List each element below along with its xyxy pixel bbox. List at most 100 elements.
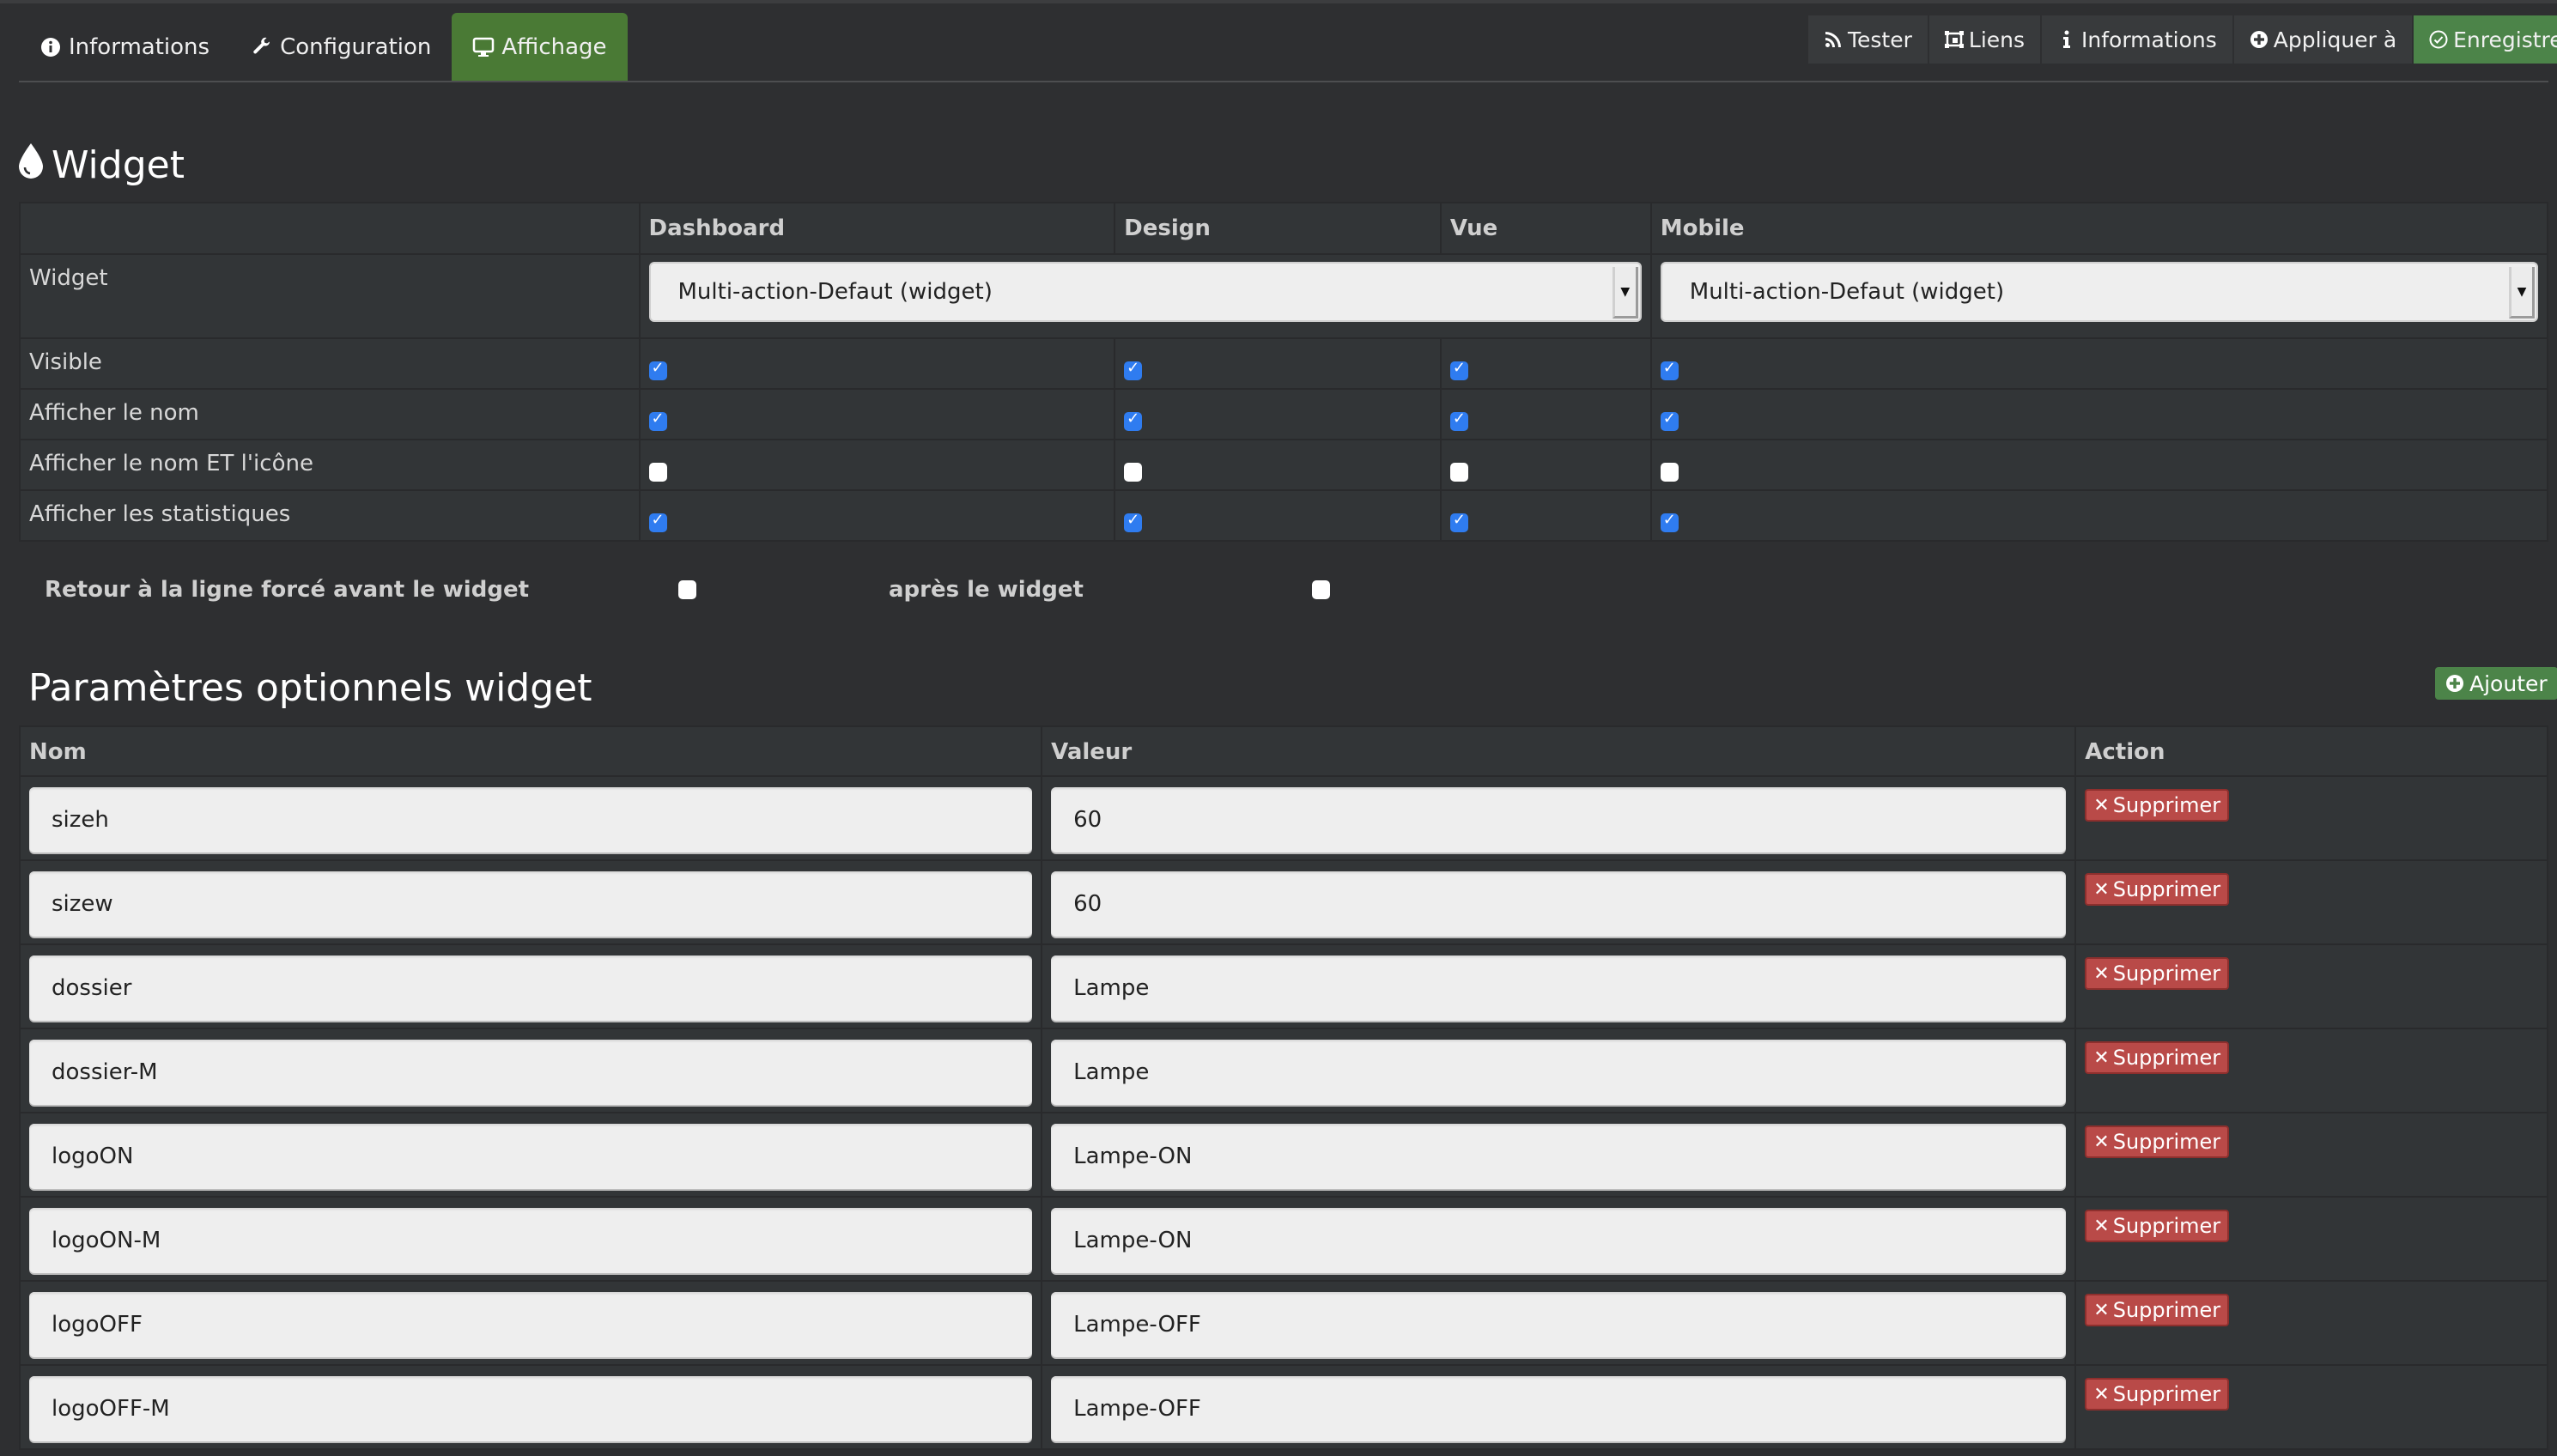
param-action-cell: ✕ Supprimer — [2074, 1364, 2548, 1450]
design-checkbox[interactable] — [1124, 359, 1143, 380]
tab-informations[interactable]: Informations — [19, 13, 230, 82]
caret-down-icon: ▼ — [1612, 267, 1638, 318]
close-icon: ✕ — [2093, 1215, 2110, 1237]
row-label: Afficher le nom — [19, 388, 641, 440]
add-param-label: Ajouter — [2469, 670, 2548, 696]
informations-button[interactable]: Informations — [2042, 15, 2232, 64]
param-value-input[interactable] — [1051, 787, 2067, 852]
param-name-input[interactable] — [29, 1208, 1033, 1273]
vue-checkbox[interactable] — [1449, 359, 1468, 380]
param-name-input[interactable] — [29, 1124, 1033, 1189]
param-value-input[interactable] — [1051, 956, 2067, 1021]
cell-vue — [1439, 489, 1652, 542]
delete-label: Supprimer — [2112, 793, 2221, 817]
param-value-input[interactable] — [1051, 1208, 2067, 1273]
delete-param-button[interactable]: ✕ Supprimer — [2085, 1294, 2230, 1326]
delete-label: Supprimer — [2112, 1130, 2221, 1154]
cell-design — [1114, 489, 1442, 542]
widget-option-row: Afficher le nom ET l'icône — [19, 439, 2549, 491]
widget-table-header: Dashboard Design Vue Mobile — [19, 202, 2549, 255]
tab-label: Affichage — [501, 34, 607, 60]
design-checkbox[interactable] — [1124, 410, 1143, 431]
delete-param-button[interactable]: ✕ Supprimer — [2085, 1378, 2230, 1410]
design-checkbox[interactable] — [1124, 463, 1143, 482]
tab-label: Informations — [69, 34, 210, 60]
param-action-cell: ✕ Supprimer — [2074, 775, 2548, 861]
param-name-input[interactable] — [29, 871, 1033, 937]
mobile-checkbox[interactable] — [1660, 359, 1679, 380]
param-value-input[interactable] — [1051, 1040, 2067, 1105]
tab-configuration[interactable]: Configuration — [230, 13, 452, 82]
vue-checkbox[interactable] — [1449, 511, 1468, 532]
param-action-cell: ✕ Supprimer — [2074, 859, 2548, 945]
links-icon — [1944, 30, 1964, 49]
vue-checkbox[interactable] — [1449, 410, 1468, 431]
param-name-input[interactable] — [29, 1292, 1033, 1357]
rss-icon — [1824, 30, 1843, 49]
param-name-cell — [18, 859, 1043, 945]
close-icon: ✕ — [2093, 962, 2110, 985]
delete-param-button[interactable]: ✕ Supprimer — [2085, 1125, 2230, 1158]
param-value-input[interactable] — [1051, 1292, 2067, 1357]
line-break-after-checkbox[interactable] — [1312, 580, 1330, 599]
param-action-cell: ✕ Supprimer — [2074, 943, 2548, 1029]
delete-label: Supprimer — [2112, 1298, 2221, 1322]
param-name-input[interactable] — [29, 956, 1033, 1021]
top-border — [0, 0, 2557, 3]
param-value-input[interactable] — [1051, 871, 2067, 937]
column-header-mobile: Mobile — [1649, 202, 2549, 255]
column-header-design: Design — [1114, 202, 1442, 255]
mobile-checkbox[interactable] — [1660, 511, 1679, 532]
param-value-input[interactable] — [1051, 1376, 2067, 1441]
delete-param-button[interactable]: ✕ Supprimer — [2085, 789, 2230, 822]
param-row: ✕Supprimer — [18, 859, 2548, 945]
liens-button[interactable]: Liens — [1928, 15, 2041, 64]
param-name-input[interactable] — [29, 1376, 1033, 1441]
row-label: Afficher le nom ET l'icône — [19, 439, 641, 491]
tab-affichage[interactable]: Affichage — [452, 13, 628, 82]
dashboard-widget-select[interactable]: Multi-action-Defaut (widget) ▼ — [648, 262, 1642, 322]
tab-label: Configuration — [280, 34, 432, 60]
param-action-cell: ✕ Supprimer — [2074, 1280, 2548, 1366]
param-value-cell — [1041, 1028, 2077, 1113]
close-icon: ✕ — [2093, 1131, 2110, 1153]
add-param-button[interactable]: Ajouter — [2435, 667, 2557, 700]
tester-button[interactable]: Tester — [1808, 15, 1928, 64]
param-name-cell — [18, 1112, 1043, 1198]
cell-design — [1114, 388, 1442, 440]
cell-mobile — [1649, 439, 2549, 491]
param-action-cell: ✕ Supprimer — [2074, 1112, 2548, 1198]
line-break-before-label: Retour à la ligne forcé avant le widget — [45, 577, 530, 603]
param-name-cell — [18, 1028, 1043, 1113]
dashboard-checkbox[interactable] — [648, 463, 667, 482]
param-name-input[interactable] — [29, 1040, 1033, 1105]
cell-dashboard — [638, 388, 1116, 440]
dashboard-widget-value: Multi-action-Defaut (widget) — [677, 279, 993, 305]
param-value-input[interactable] — [1051, 1124, 2067, 1189]
param-name-input[interactable] — [29, 787, 1033, 852]
delete-param-button[interactable]: ✕ Supprimer — [2085, 957, 2230, 990]
delete-param-button[interactable]: ✕ Supprimer — [2085, 1210, 2230, 1242]
column-header-valeur: Valeur — [1041, 725, 2077, 777]
param-row: ✕Supprimer — [18, 775, 2548, 861]
cell-dashboard — [638, 439, 1116, 491]
column-header-vue: Vue — [1439, 202, 1652, 255]
dashboard-checkbox[interactable] — [648, 359, 667, 380]
close-icon: ✕ — [2093, 878, 2110, 901]
line-break-before-checkbox[interactable] — [678, 580, 696, 599]
row-label: Widget — [19, 253, 641, 339]
appliquer-button[interactable]: Appliquer à — [2233, 15, 2413, 64]
design-checkbox[interactable] — [1124, 511, 1143, 532]
dashboard-checkbox[interactable] — [648, 410, 667, 431]
mobile-checkbox[interactable] — [1660, 410, 1679, 431]
delete-param-button[interactable]: ✕ Supprimer — [2085, 873, 2230, 906]
enregistrer-button[interactable]: Enregistrer — [2414, 15, 2557, 64]
delete-param-button[interactable]: ✕ Supprimer — [2085, 1041, 2230, 1074]
mobile-checkbox[interactable] — [1660, 463, 1679, 482]
informations-label: Informations — [2081, 27, 2217, 52]
param-value-cell — [1041, 1364, 2077, 1450]
widget-option-row: Visible — [19, 337, 2549, 390]
dashboard-checkbox[interactable] — [648, 511, 667, 532]
mobile-widget-select[interactable]: Multi-action-Defaut (widget) ▼ — [1660, 262, 2538, 322]
vue-checkbox[interactable] — [1449, 463, 1468, 482]
